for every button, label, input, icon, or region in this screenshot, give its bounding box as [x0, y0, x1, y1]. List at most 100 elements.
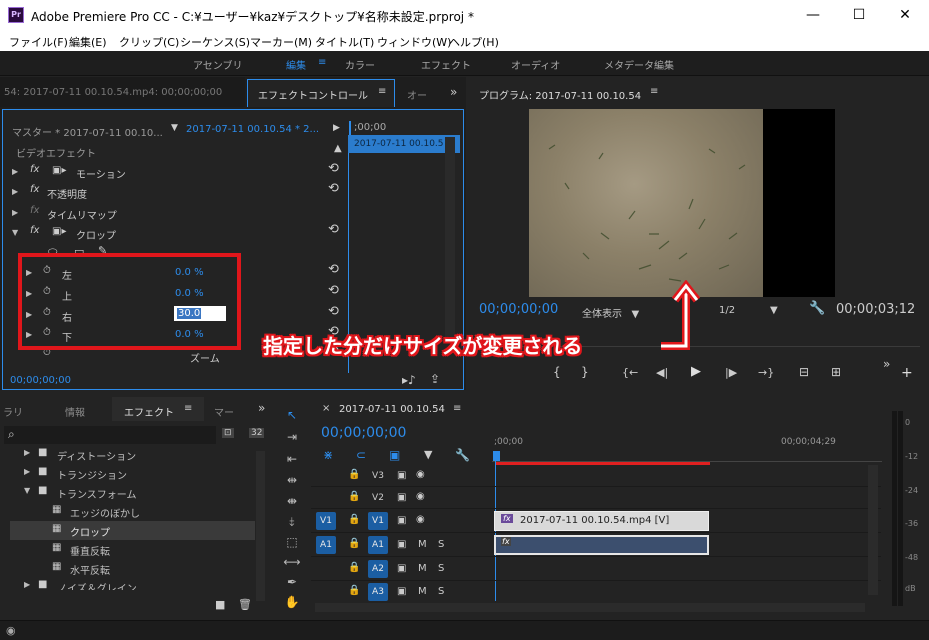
program-timecode[interactable]: 00;00;00;00 [479, 302, 558, 317]
list-item[interactable]: ▼ ■ トランスフォーム [10, 483, 255, 502]
timeline-settings-wrench-icon[interactable]: 🔧 [455, 448, 470, 462]
transform-handle-icon[interactable]: ▣▸ [52, 226, 66, 237]
list-item[interactable]: ▶ ■ ノイズ＆グレイン [10, 578, 255, 590]
workspace-editing[interactable]: 編集 [286, 57, 306, 72]
accelerated-effects-icon[interactable]: ⊡ [222, 428, 234, 438]
audio-clip[interactable] [494, 535, 709, 555]
slip-tool-icon[interactable]: ⬚ [281, 535, 303, 549]
lift-button[interactable]: ⊟ [799, 365, 809, 379]
eye-icon[interactable]: ◉ [416, 469, 425, 480]
menu-title[interactable]: タイトル(T) [315, 34, 374, 50]
razor-tool-icon[interactable]: ⤈ [281, 514, 303, 529]
timeline-timecode[interactable]: 00;00;00;00 [321, 425, 406, 441]
tab-menu-icon[interactable]: ≡ [378, 86, 386, 97]
track-target-a2[interactable]: A2 [368, 560, 388, 578]
fx-icon[interactable]: fx [30, 225, 39, 236]
rolling-edit-tool-icon[interactable]: ⇹ [281, 473, 303, 487]
mute-button[interactable]: M [418, 586, 427, 597]
timeline-hscrollbar[interactable] [315, 603, 865, 612]
expand-timeremap-icon[interactable]: ▶ [12, 208, 18, 217]
expand-icon[interactable]: ▶ [24, 580, 30, 589]
effect-motion[interactable]: モーション [76, 166, 126, 181]
maximize-button[interactable]: ☐ [836, 0, 882, 31]
fx-icon[interactable]: fx [30, 184, 39, 195]
master-clip-label[interactable]: マスター * 2017-07-11 00.10... [12, 124, 163, 139]
selection-tool-icon[interactable]: ↖ [281, 408, 303, 422]
scrollbar[interactable] [445, 137, 455, 337]
timeline-close-icon[interactable]: × [322, 403, 330, 414]
track-target-a1[interactable]: A1 [368, 536, 388, 554]
add-marker-icon[interactable]: ▣ [389, 448, 400, 462]
sync-lock-icon[interactable]: ▣ [397, 492, 406, 503]
reset-icon[interactable]: ⟲ [328, 161, 339, 176]
solo-button[interactable]: S [438, 586, 444, 597]
trash-icon[interactable]: 🗑 [238, 598, 252, 611]
mute-button[interactable]: M [418, 563, 427, 574]
collapse-up-icon[interactable]: ▲ [334, 143, 342, 154]
tab-markers[interactable]: マー [214, 404, 234, 419]
expand-icon[interactable]: ▶ [24, 448, 30, 457]
effect-time-remap[interactable]: タイムリマップ [47, 207, 117, 222]
play-button[interactable]: ▶ [691, 364, 701, 379]
expand-arrow-icon[interactable]: ▶ [333, 123, 340, 133]
sync-lock-icon[interactable]: ▣ [397, 563, 406, 574]
solo-button[interactable]: S [438, 539, 444, 550]
export-icon[interactable]: ⇪ [430, 372, 440, 386]
fx-icon[interactable]: fx [30, 164, 39, 175]
snap-icon[interactable]: ⋇ [323, 448, 333, 462]
source-tab[interactable]: 54: 2017-07-11 00.10.54.mp4: 00;00;00;00 [4, 87, 222, 98]
collapse-icon[interactable]: ▼ [24, 486, 30, 495]
linked-selection-icon[interactable]: ⊂ [356, 448, 366, 462]
rate-stretch-tool-icon[interactable]: ⇼ [281, 494, 303, 508]
lock-icon[interactable]: 🔒 [348, 585, 360, 596]
effect-crop[interactable]: クロップ [76, 227, 116, 242]
tab-info[interactable]: 情報 [65, 404, 85, 419]
workspace-metadata[interactable]: メタデータ編集 [604, 57, 674, 72]
list-item[interactable]: ▦ エッジのぼかし [10, 502, 255, 521]
tab-audio-clip-mixer[interactable]: オー [407, 87, 427, 102]
timeline-ruler[interactable] [492, 450, 882, 462]
settings-wrench-icon[interactable]: 🔧 [809, 301, 825, 316]
playhead-handle[interactable] [493, 451, 500, 461]
more-controls-icon[interactable]: » [883, 357, 890, 371]
menu-window[interactable]: ウィンドウ(W) [377, 34, 451, 50]
tab-library[interactable]: ラリ [3, 404, 23, 419]
mute-button[interactable]: M [418, 539, 427, 550]
close-button[interactable]: ✕ [882, 0, 928, 31]
track-target-v3[interactable]: V3 [368, 467, 388, 485]
lock-icon[interactable]: 🔒 [348, 562, 360, 573]
marker-icon[interactable]: ▼ [424, 448, 432, 461]
workspace-menu-icon[interactable]: ≡ [318, 57, 326, 68]
lock-icon[interactable]: 🔒 [348, 514, 360, 525]
clip-label[interactable]: 2017-07-11 00.10.54 * 2... [186, 124, 319, 135]
play-audio-icon[interactable]: ▸♪ [402, 373, 416, 387]
workspace-effects[interactable]: エフェクト [421, 57, 471, 72]
reset-icon[interactable]: ⟲ [328, 262, 339, 277]
slide-tool-icon[interactable]: ⟷ [281, 555, 303, 569]
chevron-down-icon[interactable]: ▼ [171, 123, 178, 133]
fit-dropdown[interactable]: 全体表示 ▼ [582, 305, 639, 320]
ripple-edit-tool-icon[interactable]: ⇤ [281, 452, 303, 466]
menu-help[interactable]: ヘルプ(H) [449, 34, 499, 50]
program-menu-icon[interactable]: ≡ [650, 86, 658, 97]
menu-sequence[interactable]: シーケンス(S) [180, 34, 250, 50]
mark-in-button[interactable]: { [553, 365, 561, 379]
list-item[interactable]: ▦ 水平反転 [10, 559, 255, 578]
transform-handle-icon[interactable]: ▣▸ [52, 165, 66, 176]
mark-out-button[interactable]: } [581, 365, 589, 379]
sync-lock-icon[interactable]: ▣ [397, 515, 406, 526]
effects-tab-menu-icon[interactable]: ≡ [184, 403, 192, 414]
minimize-button[interactable]: — [790, 0, 836, 31]
scrollbar[interactable] [256, 451, 265, 601]
list-item[interactable]: ▶ ■ ディストーション [10, 445, 255, 464]
step-forward-button[interactable]: |▶ [725, 366, 737, 379]
more-tabs-icon[interactable]: » [258, 401, 265, 415]
menu-file[interactable]: ファイル(F) [9, 34, 68, 50]
track-target-a3[interactable]: A3 [368, 583, 388, 601]
sync-lock-icon[interactable]: ▣ [397, 470, 406, 481]
list-item-selected[interactable]: ▦ クロップ [10, 521, 255, 540]
track-select-tool-icon[interactable]: ⇥ [281, 430, 303, 444]
ec-timecode[interactable]: 00;00;00;00 [10, 375, 71, 386]
eye-icon[interactable]: ◉ [416, 514, 425, 525]
track-target-v2[interactable]: V2 [368, 489, 388, 507]
